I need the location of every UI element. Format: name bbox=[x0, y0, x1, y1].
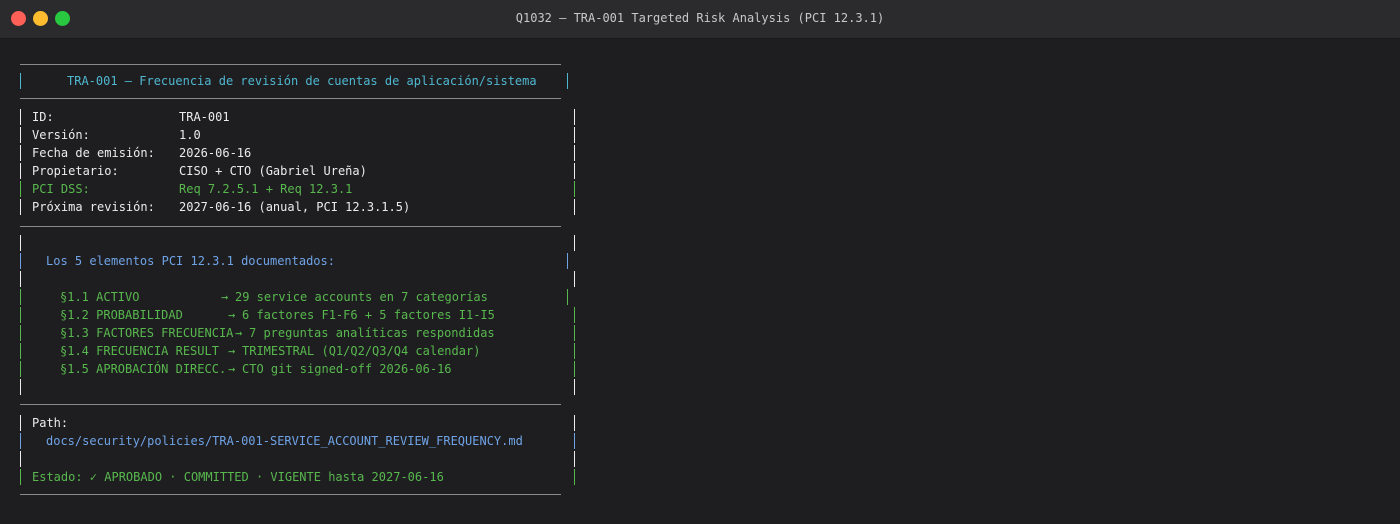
row-border bbox=[20, 451, 21, 467]
row-border bbox=[20, 253, 21, 269]
row-border bbox=[574, 469, 575, 485]
element-2-detail: 6 factores F1-F6 + 5 factores I1-I5 bbox=[242, 308, 495, 322]
element-5-arrow: → bbox=[228, 362, 236, 376]
title-bar: Q1032 — TRA-001 Targeted Risk Analysis (… bbox=[0, 0, 1400, 39]
row-border bbox=[574, 271, 575, 287]
field-label-owner: Propietario: bbox=[32, 164, 119, 178]
field-value-next-review: 2027-06-16 (anual, PCI 12.3.1.5) bbox=[179, 200, 411, 214]
row-border bbox=[20, 145, 21, 161]
field-label-issue-date: Fecha de emisión: bbox=[32, 146, 155, 160]
row-border bbox=[574, 361, 575, 377]
row-border bbox=[574, 415, 575, 431]
box-divider bbox=[20, 404, 561, 405]
element-4-detail: TRIMESTRAL (Q1/Q2/Q3/Q4 calendar) bbox=[242, 344, 481, 358]
terminal-output: TRA-001 — Frecuencia de revisión de cuen… bbox=[0, 39, 1400, 524]
row-border bbox=[20, 343, 21, 359]
path-label: Path: bbox=[32, 416, 69, 430]
row-border bbox=[20, 109, 21, 125]
element-1-arrow: → bbox=[221, 290, 229, 304]
field-value-issue-date: 2026-06-16 bbox=[179, 146, 252, 160]
row-border bbox=[574, 325, 575, 341]
box-top-border bbox=[20, 64, 561, 65]
row-border bbox=[567, 289, 568, 305]
row-border bbox=[20, 235, 21, 251]
window-title: Q1032 — TRA-001 Targeted Risk Analysis (… bbox=[515, 11, 885, 25]
element-2-arrow: → bbox=[228, 308, 236, 322]
row-border bbox=[574, 433, 575, 449]
document-header: TRA-001 — Frecuencia de revisión de cuen… bbox=[67, 74, 537, 88]
element-1-name: §1.1 ACTIVO bbox=[60, 290, 140, 304]
box-right-border bbox=[567, 73, 568, 89]
row-border bbox=[20, 271, 21, 287]
field-label-pci-dss: PCI DSS: bbox=[32, 182, 90, 196]
row-border bbox=[574, 307, 575, 323]
row-border bbox=[20, 289, 21, 305]
element-3-detail: 7 preguntas analíticas respondidas bbox=[249, 326, 495, 340]
status-line: Estado: ✓ APROBADO · COMMITTED · VIGENTE… bbox=[32, 470, 444, 484]
element-1-detail: 29 service accounts en 7 categorías bbox=[235, 290, 488, 304]
row-border bbox=[20, 325, 21, 341]
box-left-border bbox=[20, 73, 21, 89]
field-label-id: ID: bbox=[32, 110, 54, 124]
row-border bbox=[20, 127, 21, 143]
row-border bbox=[20, 199, 21, 215]
element-2-name: §1.2 PROBABILIDAD bbox=[60, 308, 183, 322]
field-value-id: TRA-001 bbox=[179, 110, 230, 124]
field-label-next-review: Próxima revisión: bbox=[32, 200, 155, 214]
row-border bbox=[20, 307, 21, 323]
row-border bbox=[20, 433, 21, 449]
element-3-arrow: → bbox=[235, 326, 243, 340]
row-border bbox=[574, 379, 575, 395]
field-label-version: Versión: bbox=[32, 128, 90, 142]
element-3-name: §1.3 FACTORES FRECUENCIA bbox=[60, 326, 234, 340]
field-value-pci-dss: Req 7.2.5.1 + Req 12.3.1 bbox=[179, 182, 353, 196]
elements-heading: Los 5 elementos PCI 12.3.1 documentados: bbox=[46, 254, 335, 268]
field-value-version: 1.0 bbox=[179, 128, 201, 142]
row-border bbox=[574, 343, 575, 359]
box-divider bbox=[20, 226, 561, 227]
element-5-name: §1.5 APROBACIÓN DIRECC. bbox=[60, 362, 227, 376]
row-border bbox=[574, 235, 575, 251]
row-border bbox=[20, 469, 21, 485]
element-4-name: §1.4 FRECUENCIA RESULT bbox=[60, 344, 219, 358]
row-border bbox=[20, 379, 21, 395]
row-border bbox=[574, 181, 575, 197]
row-border bbox=[574, 109, 575, 125]
field-value-owner: CISO + CTO (Gabriel Ureña) bbox=[179, 164, 367, 178]
row-border bbox=[574, 145, 575, 161]
row-border bbox=[20, 361, 21, 377]
row-border bbox=[20, 415, 21, 431]
box-divider bbox=[20, 98, 561, 99]
element-4-arrow: → bbox=[228, 344, 236, 358]
terminal-window: Q1032 — TRA-001 Targeted Risk Analysis (… bbox=[0, 0, 1400, 524]
box-bottom-border bbox=[20, 494, 561, 495]
element-5-detail: CTO git signed-off 2026-06-16 bbox=[242, 362, 452, 376]
row-border bbox=[574, 199, 575, 215]
row-border bbox=[574, 163, 575, 179]
row-border bbox=[567, 253, 568, 269]
row-border bbox=[574, 451, 575, 467]
row-border bbox=[20, 181, 21, 197]
path-value[interactable]: docs/security/policies/TRA-001-SERVICE_A… bbox=[46, 432, 523, 450]
row-border bbox=[574, 127, 575, 143]
row-border bbox=[20, 163, 21, 179]
